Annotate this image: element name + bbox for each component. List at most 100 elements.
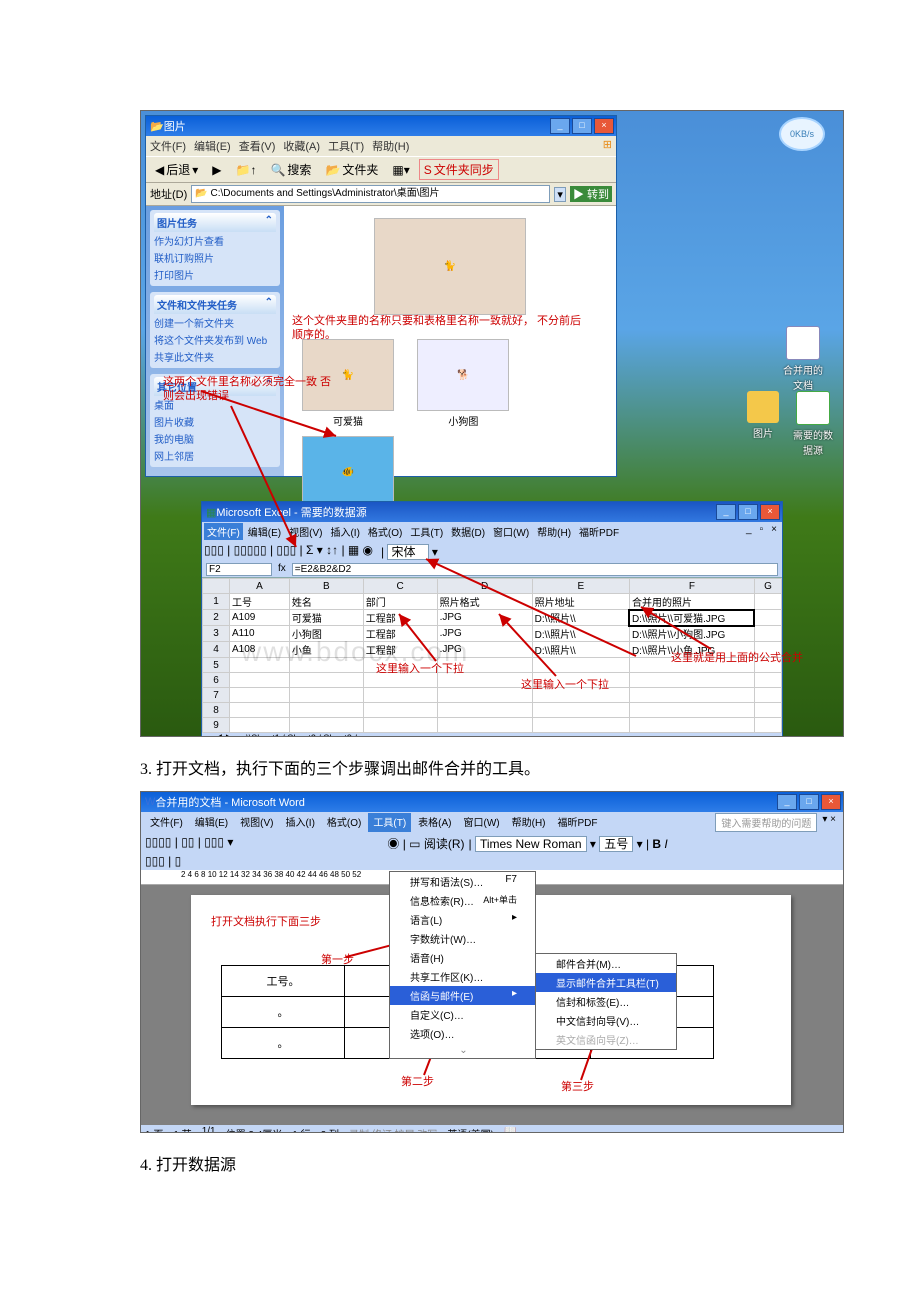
- address-dropdown-icon[interactable]: ▾: [554, 187, 566, 202]
- desktop-icon-pictures[interactable]: 图片: [739, 391, 787, 440]
- name-box[interactable]: F2: [206, 563, 272, 576]
- menu-wordcount[interactable]: 字数统计(W)…: [390, 929, 535, 948]
- word-menu-view[interactable]: 视图(V): [235, 813, 278, 832]
- excel-menu-tools[interactable]: 工具(T): [407, 523, 446, 540]
- folders-button[interactable]: 📂 文件夹: [320, 159, 383, 180]
- excel-grid[interactable]: A B C D E F G 1工号姓名部门照片格式照片地址合并用的照片 2A10…: [202, 578, 782, 733]
- word-menu-tools[interactable]: 工具(T): [368, 813, 411, 832]
- excel-close-button[interactable]: ×: [760, 504, 780, 520]
- back-button[interactable]: ◀ 后退 ▾: [150, 159, 203, 180]
- menu-edit[interactable]: 编辑(E): [194, 138, 231, 154]
- sync-button[interactable]: S 文件夹同步: [419, 159, 499, 180]
- fx-icon[interactable]: fx: [278, 563, 286, 576]
- col-E[interactable]: E: [532, 579, 629, 594]
- submenu-envelopes-labels[interactable]: 信封和标签(E)…: [536, 992, 676, 1011]
- menu-letters-mailings[interactable]: 信函与邮件(E) ▸: [390, 986, 535, 1005]
- other-places-header[interactable]: 其它位置⌃: [154, 377, 276, 396]
- excel-menu-insert[interactable]: 插入(I): [327, 523, 362, 540]
- help-search-input[interactable]: 键入需要帮助的问题: [715, 813, 817, 832]
- place-my-computer[interactable]: 我的电脑: [154, 430, 276, 447]
- menu-spelling[interactable]: 拼写和语法(S)… F7: [390, 872, 535, 891]
- word-menu-help[interactable]: 帮助(H): [507, 813, 551, 832]
- menu-help[interactable]: 帮助(H): [372, 138, 409, 154]
- word-menu-file[interactable]: 文件(F): [145, 813, 188, 832]
- col-A[interactable]: A: [230, 579, 290, 594]
- cell-F2[interactable]: D:\\照片\\可爱猫.JPG: [629, 610, 754, 626]
- menu-file[interactable]: 文件(F): [150, 138, 186, 154]
- word-maximize-button[interactable]: □: [799, 794, 819, 810]
- menu-favorites[interactable]: 收藏(A): [283, 138, 320, 154]
- desktop-icon-datasource[interactable]: 需要的数据源: [789, 391, 837, 457]
- desktop-icon-doc[interactable]: 合并用的文档: [779, 326, 827, 392]
- up-button[interactable]: 📁↑: [231, 161, 262, 179]
- word-menu-foxitpdf[interactable]: 福昕PDF: [553, 813, 603, 832]
- thumbnail-cat[interactable]: 🐈可爱猫: [298, 339, 398, 428]
- word-toolbar-std[interactable]: ▯▯▯▯ | ▯▯ | ▯▯▯ ▾: [145, 835, 233, 852]
- address-input[interactable]: 📂 C:\Documents and Settings\Administrato…: [191, 185, 550, 203]
- excel-menu-data[interactable]: 数据(D): [448, 523, 488, 540]
- word-font-picker[interactable]: | Times New Roman ▾ 五号 ▾ | B I: [469, 835, 668, 852]
- excel-maximize-button[interactable]: □: [738, 504, 758, 520]
- sheet-tabs[interactable]: ⏮ ◀ ▶ ⏭ \\Sheet1 / Sheet2 / Sheet3 /: [202, 733, 782, 737]
- menu-view[interactable]: 查看(V): [239, 138, 276, 154]
- menu-tools[interactable]: 工具(T): [328, 138, 364, 154]
- col-G[interactable]: G: [754, 579, 781, 594]
- word-minimize-button[interactable]: _: [777, 794, 797, 810]
- task-publish[interactable]: 将这个文件夹发布到 Web: [154, 331, 276, 348]
- picture-tasks-header[interactable]: 图片任务⌃: [154, 213, 276, 232]
- word-toolbar-extra[interactable]: ▯▯▯ | ▯: [145, 854, 181, 868]
- place-pictures[interactable]: 图片收藏: [154, 413, 276, 430]
- excel-menu-view[interactable]: 视图(V): [286, 523, 325, 540]
- close-button[interactable]: ×: [594, 118, 614, 134]
- menu-research[interactable]: 信息检索(R)… Alt+单击: [390, 891, 535, 910]
- submenu-mail-merge[interactable]: 邮件合并(M)…: [536, 954, 676, 973]
- toolbar-icons[interactable]: ▯▯▯ | ▯▯▯▯▯ | ▯▯▯ | Σ ▾ ↕↑ | ▦ ◉: [204, 543, 373, 560]
- views-button[interactable]: ▦▾: [387, 161, 414, 179]
- excel-menu-format[interactable]: 格式(O): [365, 523, 405, 540]
- excel-doc-restore[interactable]: ▫: [757, 523, 767, 540]
- submenu-show-merge-toolbar[interactable]: 显示邮件合并工具栏(T): [536, 973, 676, 992]
- word-doc-close[interactable]: ▾ ×: [819, 813, 839, 832]
- word-menu-insert[interactable]: 插入(I): [280, 813, 319, 832]
- menu-language[interactable]: 语言(L) ▸: [390, 910, 535, 929]
- task-share[interactable]: 共享此文件夹: [154, 348, 276, 365]
- word-menu-edit[interactable]: 编辑(E): [190, 813, 233, 832]
- task-order-online[interactable]: 联机订购照片: [154, 249, 276, 266]
- select-all-button[interactable]: [203, 579, 230, 594]
- thumbnail-large-cat[interactable]: 🐈: [370, 218, 530, 317]
- col-B[interactable]: B: [289, 579, 363, 594]
- word-menu-window[interactable]: 窗口(W): [459, 813, 505, 832]
- submenu-chinese-envelope[interactable]: 中文信封向导(V)…: [536, 1011, 676, 1030]
- search-button[interactable]: 🔍 搜索: [265, 159, 316, 180]
- excel-menu-help[interactable]: 帮助(H): [534, 523, 574, 540]
- word-menu-format[interactable]: 格式(O): [322, 813, 366, 832]
- task-new-folder[interactable]: 创建一个新文件夹: [154, 314, 276, 331]
- thumbnail-dog[interactable]: 🐕小狗图: [413, 339, 513, 428]
- excel-menu-edit[interactable]: 编辑(E): [245, 523, 284, 540]
- col-D[interactable]: D: [437, 579, 532, 594]
- task-print[interactable]: 打印图片: [154, 266, 276, 283]
- word-close-button[interactable]: ×: [821, 794, 841, 810]
- word-toolbar-read[interactable]: ◉ | ▭ 阅读(R): [387, 835, 464, 852]
- excel-doc-minimize[interactable]: _: [743, 523, 755, 540]
- col-F[interactable]: F: [629, 579, 754, 594]
- word-menu-table[interactable]: 表格(A): [413, 813, 456, 832]
- place-network[interactable]: 网上邻居: [154, 447, 276, 464]
- menu-shared-workspace[interactable]: 共享工作区(K)…: [390, 967, 535, 986]
- excel-menu-window[interactable]: 窗口(W): [490, 523, 532, 540]
- excel-menu-foxitpdf[interactable]: 福昕PDF: [576, 523, 622, 540]
- font-picker[interactable]: | 宋体 ▾: [381, 543, 438, 560]
- menu-options[interactable]: 选项(O)…: [390, 1024, 535, 1043]
- task-slideshow[interactable]: 作为幻灯片查看: [154, 232, 276, 249]
- place-desktop[interactable]: 桌面: [154, 396, 276, 413]
- menu-customize[interactable]: 自定义(C)…: [390, 1005, 535, 1024]
- menu-expand-icon[interactable]: ⌄: [390, 1043, 535, 1058]
- col-C[interactable]: C: [363, 579, 437, 594]
- excel-menu-file[interactable]: 文件(F): [204, 523, 243, 540]
- go-button[interactable]: ▶ 转到: [570, 186, 612, 202]
- excel-doc-close[interactable]: ×: [768, 523, 780, 540]
- minimize-button[interactable]: _: [550, 118, 570, 134]
- menu-speech[interactable]: 语音(H): [390, 948, 535, 967]
- formula-input[interactable]: =E2&B2&D2: [292, 563, 778, 576]
- maximize-button[interactable]: □: [572, 118, 592, 134]
